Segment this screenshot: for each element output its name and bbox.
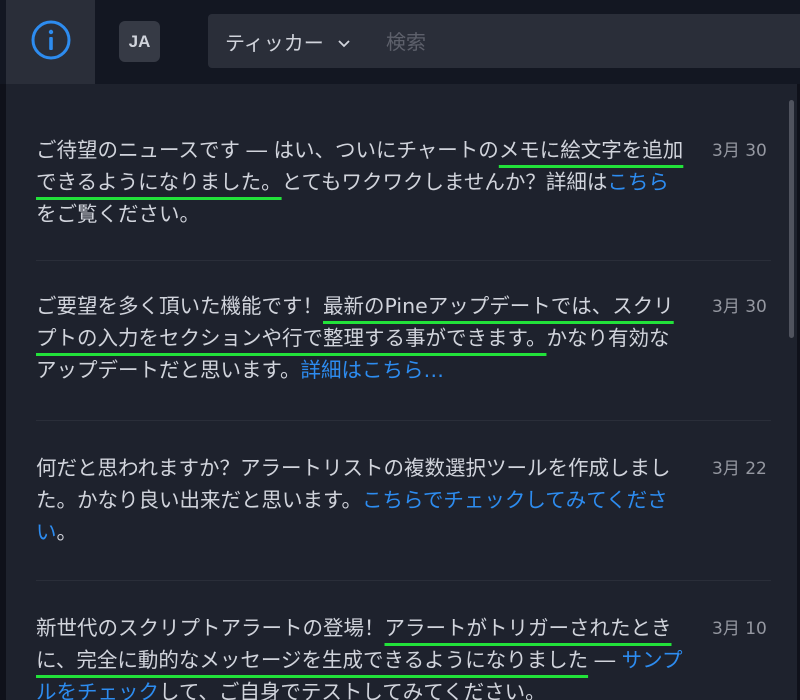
news-date: 3月 30 (712, 141, 767, 161)
language-button[interactable]: JA (119, 21, 160, 62)
info-button[interactable] (6, 0, 95, 84)
news-text-segment: 新世代のスクリプトアラートの登場！ (36, 616, 385, 640)
news-text-segment: ご要望を多く頂いた機能です！ (36, 294, 323, 318)
news-panel: ご待望のニュースです ― はい、ついにチャートのメモに絵文字を追加できるようにな… (6, 84, 797, 700)
divider (36, 580, 771, 581)
news-link[interactable]: 詳細はこちら… (300, 358, 444, 382)
news-text-segment: して、ご自身でテストしてみてください。 (159, 680, 546, 700)
news-text-segment: ご待望のニュースです ― はい、ついにチャートの (36, 138, 499, 162)
search-bar: ティッカー (208, 14, 800, 68)
news-date: 3月 30 (712, 297, 767, 317)
divider (36, 420, 771, 421)
news-text-segment: をご覧ください。 (36, 202, 200, 226)
news-text: ご要望を多く頂いた機能です！最新のPineアップデートでは、スクリプトの入力をセ… (36, 290, 686, 386)
ticker-select[interactable]: ティッカー (225, 14, 350, 68)
scrollbar[interactable] (789, 100, 794, 338)
chevron-down-icon (338, 29, 350, 53)
news-text: 何だと思われますか？アラートリストの複数選択ツールを作成しました。かなり良い出来… (36, 452, 686, 548)
news-text: ご待望のニュースです ― はい、ついにチャートのメモに絵文字を追加できるようにな… (36, 134, 686, 230)
search-input[interactable] (384, 24, 788, 60)
divider (36, 260, 771, 261)
news-text: 新世代のスクリプトアラートの登場！アラートがトリガーされたときに、完全に動的なメ… (36, 612, 686, 700)
news-text-segment: ― (588, 648, 622, 672)
top-bar: JA ティッカー (0, 0, 800, 84)
language-label: JA (128, 31, 151, 51)
news-text-segment: 。 (56, 520, 78, 544)
news-text-segment: とてもワクワクしませんか？詳細は (281, 170, 608, 194)
ticker-label: ティッカー (225, 30, 324, 55)
news-link[interactable]: こちら (607, 170, 669, 194)
news-date: 3月 22 (712, 459, 767, 479)
info-icon (30, 19, 72, 65)
news-date: 3月 10 (712, 619, 767, 639)
